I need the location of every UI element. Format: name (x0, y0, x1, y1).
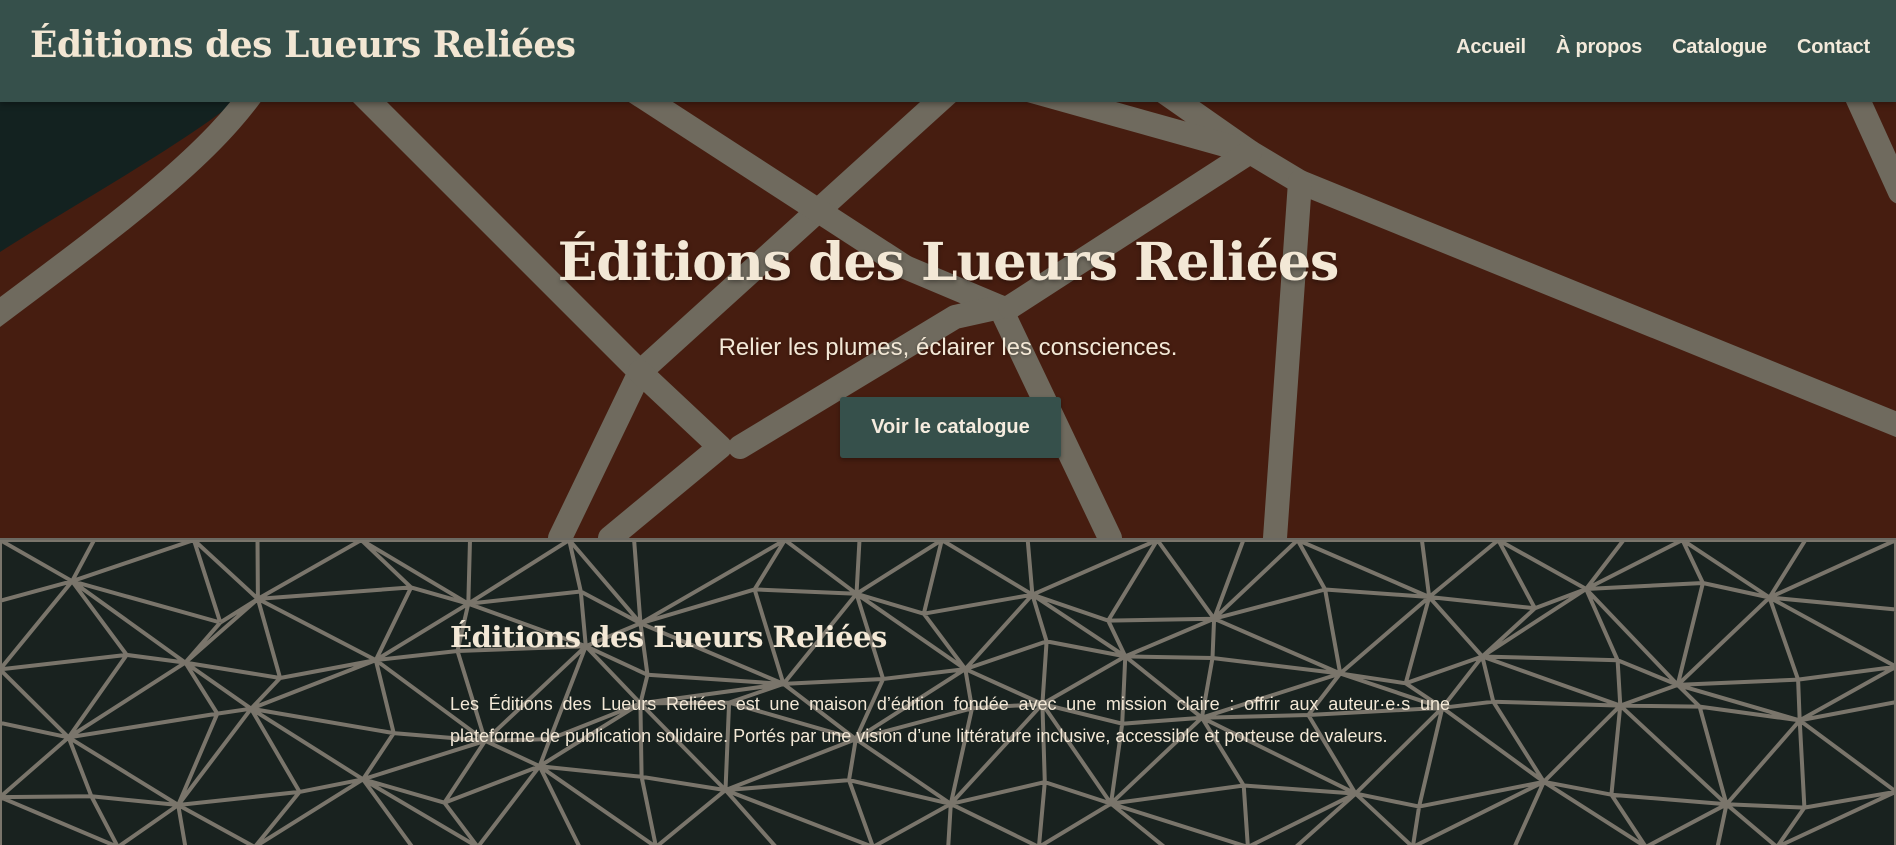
site-header: Éditions des Lueurs Reliées Accueil À pr… (0, 0, 1896, 102)
hero-title: Éditions des Lueurs Reliées (557, 232, 1340, 293)
site-brand[interactable]: Éditions des Lueurs Reliées (30, 24, 576, 66)
nav-catalogue[interactable]: Catalogue (1672, 36, 1767, 59)
hero-background-pattern (0, 102, 1896, 538)
hero-section: Éditions des Lueurs Reliées Relier les p… (0, 102, 1896, 538)
nav-a-propos[interactable]: À propos (1556, 36, 1642, 59)
about-description: Les Éditions des Lueurs Reliées est une … (450, 694, 1450, 746)
nav-contact[interactable]: Contact (1797, 36, 1870, 59)
hero-tagline: Relier les plumes, éclairer les conscien… (718, 334, 1178, 361)
view-catalogue-button[interactable]: Voir le catalogue (840, 397, 1061, 458)
about-section: Éditions des Lueurs Reliées Les Éditions… (0, 538, 1896, 845)
main-nav: Accueil À propos Catalogue Contact (1456, 36, 1870, 59)
about-title: Éditions des Lueurs Reliées (450, 620, 887, 654)
nav-accueil[interactable]: Accueil (1456, 36, 1526, 59)
